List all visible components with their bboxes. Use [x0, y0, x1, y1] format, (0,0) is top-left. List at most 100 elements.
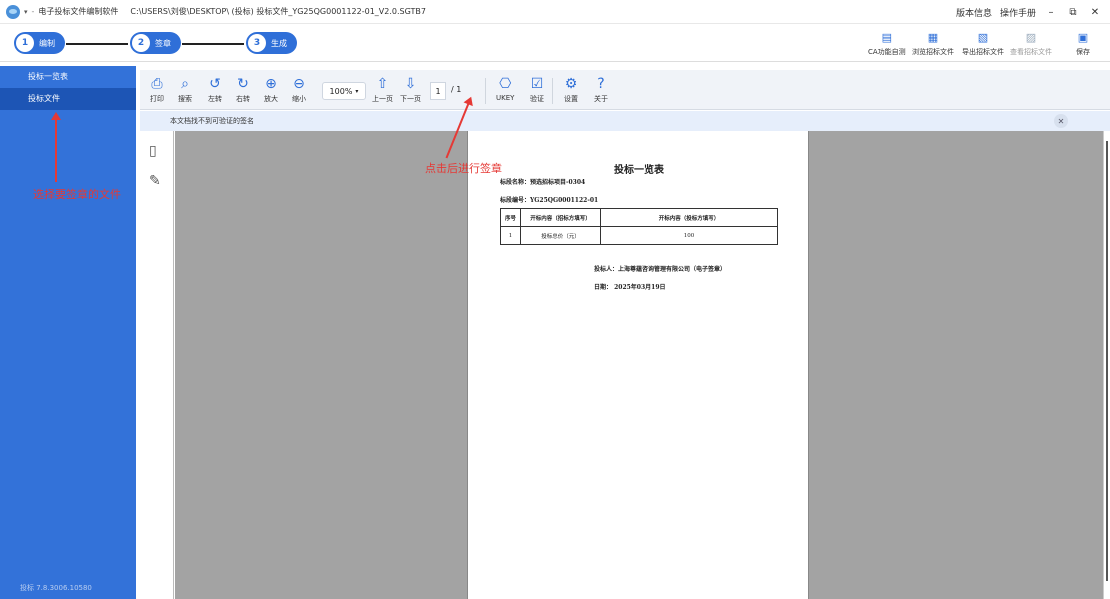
arrow-up-circle-icon: ⇧: [376, 76, 389, 92]
viewer-toolbar: ⎙ 打印 ⌕ 搜索 ↺ 左转 ↻ 右转 ⊕ 放大 ⊖ 缩小 100% ▾ ⇧ 上…: [140, 70, 1110, 110]
section-code: 标段编号：YG25QG0001122-01: [500, 197, 599, 204]
zoom-out-button[interactable]: ⊖ 缩小: [292, 76, 306, 104]
app-name: 电子投标文件编制软件: [38, 7, 119, 16]
minimize-icon[interactable]: –: [1044, 7, 1058, 18]
view-tender-button[interactable]: ▨ 查看招标文件: [1010, 32, 1052, 57]
save-button[interactable]: ▣ 保存: [1076, 32, 1090, 57]
annotation-click-sign: 点击后进行签章: [425, 162, 502, 175]
sidebar-item-bid-file[interactable]: 投标文件: [0, 88, 136, 110]
verify-label: 验证: [530, 95, 544, 103]
search-button[interactable]: ⌕ 搜索: [178, 76, 192, 104]
step-bar: 1 编制 2 签章 3 生成 ▤ CA功能自测 ▦ 浏览招标文件 ▧ 导出招标文…: [0, 24, 1110, 62]
search-label: 搜索: [178, 95, 192, 103]
tool-label: 保存: [1076, 48, 1090, 56]
table-header: 序号: [500, 208, 521, 227]
step-number: 3: [248, 34, 266, 52]
step-label: 生成: [271, 38, 287, 48]
step-connector: [182, 43, 244, 45]
bookmark-icon[interactable]: ▯: [149, 143, 165, 161]
table-cell: 投标总价（元）: [520, 226, 601, 245]
toolbar-divider: [485, 78, 486, 104]
ukey-button[interactable]: ⎔ UKEY: [496, 76, 514, 102]
next-page-button[interactable]: ⇩ 下一页: [400, 76, 421, 104]
tool-label: 浏览招标文件: [912, 48, 954, 56]
chevron-down-icon: ▾: [355, 87, 359, 95]
export-tender-button[interactable]: ▧ 导出招标文件: [962, 32, 1004, 57]
next-page-label: 下一页: [400, 95, 421, 103]
signature-message: 本文档找不到可验证的签名: [170, 117, 254, 125]
zoom-in-label: 放大: [264, 95, 278, 103]
prev-page-button[interactable]: ⇧ 上一页: [372, 76, 393, 104]
step-edit[interactable]: 1 编制: [14, 32, 65, 54]
file-path: C:\USERS\刘俊\DESKTOP\ (投标) 投标文件_YG25QG000…: [130, 7, 426, 16]
table-cell: 1: [500, 226, 521, 245]
seal-stamp-icon: ⎔: [499, 76, 512, 92]
document-viewer[interactable]: 投标一览表 标段名称：预选招标项目-0304 标段编号：YG25QG000112…: [175, 131, 1103, 599]
signature-info-bar: 本文档找不到可验证的签名 ✕: [140, 111, 1110, 131]
bid-table: 序号 开标内容（招标方填写） 开标内容（投标方填写） 1 投标总价（元） 100: [500, 208, 778, 245]
zoom-select[interactable]: 100% ▾: [322, 82, 366, 100]
minus-circle-icon: ⊖: [293, 76, 305, 92]
app-logo-icon: [6, 4, 20, 19]
rotate-right-label: 右转: [236, 95, 250, 103]
title-bar: ▾ - 电子投标文件编制软件 C:\USERS\刘俊\DESKTOP\ (投标)…: [0, 0, 1110, 24]
page-number-input[interactable]: 1: [430, 82, 446, 100]
close-icon[interactable]: ✕: [1088, 7, 1102, 18]
table-header: 开标内容（招标方填写）: [520, 208, 601, 227]
settings-button[interactable]: ⚙ 设置: [564, 76, 578, 104]
document-page: 投标一览表 标段名称：预选招标项目-0304 标段编号：YG25QG000112…: [467, 131, 809, 599]
print-label: 打印: [150, 95, 164, 103]
sidebar-item-bid-summary[interactable]: 投标一览表: [0, 66, 136, 88]
rotate-left-label: 左转: [208, 95, 222, 103]
title-right-controls: 版本信息 操作手册 – ⧉ ✕: [956, 0, 1102, 24]
zoom-in-button[interactable]: ⊕ 放大: [264, 76, 278, 104]
rotate-right-button[interactable]: ↻ 右转: [236, 76, 250, 104]
table-header: 开标内容（投标方填写）: [600, 208, 778, 227]
step-label: 编制: [39, 38, 55, 48]
manual-link[interactable]: 操作手册: [1000, 6, 1036, 19]
version-info-link[interactable]: 版本信息: [956, 6, 992, 19]
toolbar-divider: [552, 78, 553, 104]
close-icon[interactable]: ✕: [1054, 114, 1068, 128]
version-label: 投标 7.8.3006.10580: [20, 584, 92, 592]
about-button[interactable]: ? 关于: [594, 76, 608, 104]
date-line: 日期： 2025年03月19日: [594, 284, 666, 291]
annotation-edit-icon[interactable]: ✎: [149, 173, 165, 191]
scrollbar-thumb[interactable]: [1106, 141, 1108, 581]
annotation-select-file: 选择要签章的文件: [33, 188, 121, 201]
ca-selftest-button[interactable]: ▤ CA功能自测: [868, 32, 906, 57]
bidder-line: 投标人：上海尊蕴咨询管理有限公司（电子签章）: [594, 266, 727, 273]
table-row: 1 投标总价（元） 100: [500, 226, 778, 245]
step-generate[interactable]: 3 生成: [246, 32, 297, 54]
step-sign[interactable]: 2 签章: [130, 32, 181, 54]
zoom-value: 100%: [329, 86, 353, 96]
tool-label: 查看招标文件: [1010, 48, 1052, 56]
title-separator: -: [31, 7, 35, 16]
prev-page-label: 上一页: [372, 95, 393, 103]
printer-icon: ⎙: [151, 76, 163, 92]
gear-icon: ⚙: [564, 76, 578, 92]
rotate-right-icon: ↻: [237, 76, 249, 92]
document-search-icon: ▨: [1025, 31, 1037, 44]
step-connector: [66, 43, 128, 45]
save-icon: ▣: [1077, 31, 1089, 44]
section-name: 标段名称：预选招标项目-0304: [500, 179, 586, 186]
print-button[interactable]: ⎙ 打印: [150, 76, 164, 104]
verify-button[interactable]: ☑ 验证: [530, 76, 544, 104]
document-check-icon: ▤: [881, 31, 893, 44]
rotate-left-button[interactable]: ↺ 左转: [208, 76, 222, 104]
thumbnail-panel: ▯ ✎: [140, 131, 174, 599]
tool-label: 导出招标文件: [962, 48, 1004, 56]
document-export-icon: ▧: [977, 31, 989, 44]
sidebar: 投标一览表 投标文件 选择要签章的文件 投标 7.8.3006.10580: [0, 66, 136, 599]
restore-icon[interactable]: ⧉: [1066, 7, 1080, 18]
zoom-out-label: 缩小: [292, 95, 306, 103]
browse-tender-button[interactable]: ▦ 浏览招标文件: [912, 32, 954, 57]
app-menu-chevron-down-icon[interactable]: ▾: [24, 8, 28, 16]
verify-check-icon: ☑: [530, 76, 544, 92]
tool-label: CA功能自测: [868, 48, 906, 56]
step-number: 2: [132, 34, 150, 52]
vertical-scrollbar[interactable]: [1103, 131, 1110, 599]
search-icon: ⌕: [181, 76, 189, 92]
about-label: 关于: [594, 95, 608, 103]
